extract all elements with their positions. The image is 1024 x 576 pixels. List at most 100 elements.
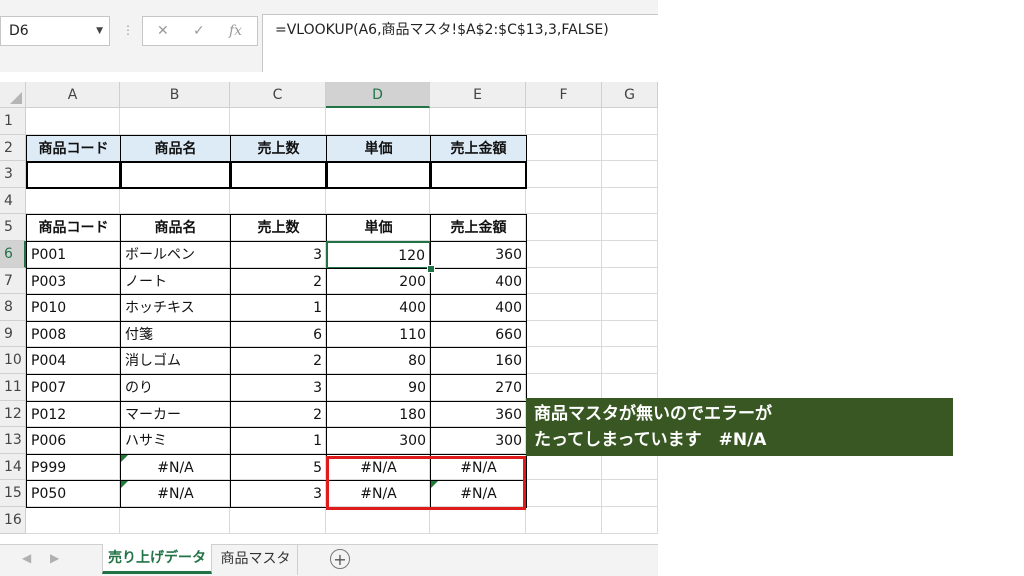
data-header-cell[interactable]: 商品コード	[26, 214, 121, 242]
fx-icon[interactable]: fx	[229, 17, 242, 45]
grid-cell[interactable]	[526, 480, 602, 507]
grid-cell[interactable]	[602, 134, 658, 162]
data-cell[interactable]: 2	[230, 400, 327, 429]
column-header-F[interactable]: F	[526, 82, 602, 108]
grid-cell[interactable]	[26, 187, 120, 215]
data-cell[interactable]: 400	[430, 267, 527, 296]
grid-cell[interactable]	[526, 241, 602, 268]
data-header-cell[interactable]: 単価	[326, 214, 431, 242]
lookup-header-cell[interactable]: 売上数	[230, 134, 327, 163]
data-cell[interactable]: 付箋	[120, 320, 231, 349]
grid-cell[interactable]	[602, 108, 658, 135]
data-cell[interactable]: 160	[430, 347, 527, 375]
column-header-E[interactable]: E	[430, 82, 526, 108]
data-cell[interactable]: 400	[430, 294, 527, 322]
grid-cell[interactable]	[602, 480, 658, 507]
data-cell[interactable]: 360	[430, 241, 527, 269]
scroll-left-icon[interactable]: ◀	[22, 551, 31, 565]
data-cell[interactable]: 180	[326, 400, 431, 429]
data-cell[interactable]: 6	[230, 320, 327, 349]
grid-cell[interactable]	[526, 294, 602, 321]
lookup-header-cell[interactable]: 単価	[326, 134, 431, 163]
data-cell[interactable]: 2	[230, 347, 327, 375]
column-header-A[interactable]: A	[26, 82, 120, 108]
row-header-5[interactable]: 5	[0, 214, 26, 241]
data-cell[interactable]: ボールペン	[120, 241, 231, 269]
data-cell[interactable]: P999	[26, 453, 121, 482]
grid-cell[interactable]	[326, 507, 430, 534]
data-cell[interactable]: 1	[230, 294, 327, 322]
row-header-8[interactable]: 8	[0, 294, 26, 321]
lookup-input-cell[interactable]	[430, 161, 527, 189]
column-header-D[interactable]: D	[326, 82, 430, 108]
row-header-4[interactable]: 4	[0, 187, 26, 215]
grid-cell[interactable]	[526, 347, 602, 374]
data-cell[interactable]: 80	[326, 347, 431, 375]
cancel-icon[interactable]: ✕	[157, 17, 169, 45]
data-cell[interactable]: P003	[26, 267, 121, 296]
data-cell[interactable]: ハサミ	[120, 427, 231, 455]
grid-cell[interactable]	[602, 294, 658, 321]
data-cell[interactable]: P050	[26, 480, 121, 508]
column-header-C[interactable]: C	[230, 82, 326, 108]
grid-cell[interactable]	[26, 108, 120, 135]
lookup-header-cell[interactable]: 商品名	[120, 134, 231, 163]
drag-handle-icon[interactable]: ⋮	[122, 16, 134, 46]
row-header-3[interactable]: 3	[0, 161, 26, 188]
data-header-cell[interactable]: 商品名	[120, 214, 231, 242]
scroll-right-icon[interactable]: ▶	[50, 551, 59, 565]
grid-cell[interactable]	[526, 187, 602, 215]
grid-cell[interactable]	[602, 187, 658, 215]
data-cell[interactable]: P010	[26, 294, 121, 322]
lookup-header-cell[interactable]: 商品コード	[26, 134, 121, 163]
grid-cell[interactable]	[230, 507, 326, 534]
data-cell[interactable]: 3	[230, 241, 327, 269]
grid-cell[interactable]	[602, 347, 658, 374]
grid-cell[interactable]	[602, 374, 658, 401]
data-cell[interactable]: 5	[230, 453, 327, 482]
row-header-10[interactable]: 10	[0, 347, 26, 374]
grid-cell[interactable]	[430, 507, 526, 534]
lookup-input-cell[interactable]	[120, 161, 231, 189]
grid-cell[interactable]	[526, 161, 602, 188]
data-cell[interactable]: #N/A	[120, 453, 231, 482]
data-cell[interactable]: 3	[230, 374, 327, 402]
row-header-7[interactable]: 7	[0, 267, 26, 295]
data-cell[interactable]: ノート	[120, 267, 231, 296]
data-cell[interactable]: 400	[326, 294, 431, 322]
data-cell[interactable]: P006	[26, 427, 121, 455]
row-header-11[interactable]: 11	[0, 374, 26, 401]
grid-cell[interactable]	[326, 108, 430, 135]
grid-cell[interactable]	[602, 320, 658, 348]
error-indicator-icon[interactable]	[121, 454, 128, 462]
grid-cell[interactable]	[602, 214, 658, 241]
data-cell[interactable]: 360	[430, 400, 527, 429]
data-cell[interactable]: #N/A	[120, 480, 231, 508]
grid-cell[interactable]	[526, 320, 602, 348]
grid-cell[interactable]	[526, 453, 602, 481]
row-header-6[interactable]: 6	[0, 241, 26, 268]
data-cell[interactable]: マーカー	[120, 400, 231, 429]
enter-icon[interactable]: ✓	[193, 17, 205, 45]
data-header-cell[interactable]: 売上数	[230, 214, 327, 242]
column-header-B[interactable]: B	[120, 82, 230, 108]
select-all-corner[interactable]	[0, 82, 26, 108]
data-cell[interactable]: P004	[26, 347, 121, 375]
row-header-13[interactable]: 13	[0, 427, 26, 454]
data-cell[interactable]: 300	[430, 427, 527, 455]
data-cell[interactable]: 消しゴム	[120, 347, 231, 375]
data-cell[interactable]: ホッチキス	[120, 294, 231, 322]
row-header-9[interactable]: 9	[0, 320, 26, 348]
grid-cell[interactable]	[526, 507, 602, 534]
row-header-1[interactable]: 1	[0, 108, 26, 135]
row-header-15[interactable]: 15	[0, 480, 26, 507]
grid-cell[interactable]	[526, 108, 602, 135]
data-cell[interactable]: 2	[230, 267, 327, 296]
grid-cell[interactable]	[120, 187, 230, 215]
grid-cell[interactable]	[430, 187, 526, 215]
tab-sales-data[interactable]: 売り上げデータ	[102, 544, 212, 574]
lookup-input-cell[interactable]	[230, 161, 327, 189]
data-cell[interactable]: P008	[26, 320, 121, 349]
data-cell[interactable]: P012	[26, 400, 121, 429]
grid-cell[interactable]	[602, 507, 658, 534]
